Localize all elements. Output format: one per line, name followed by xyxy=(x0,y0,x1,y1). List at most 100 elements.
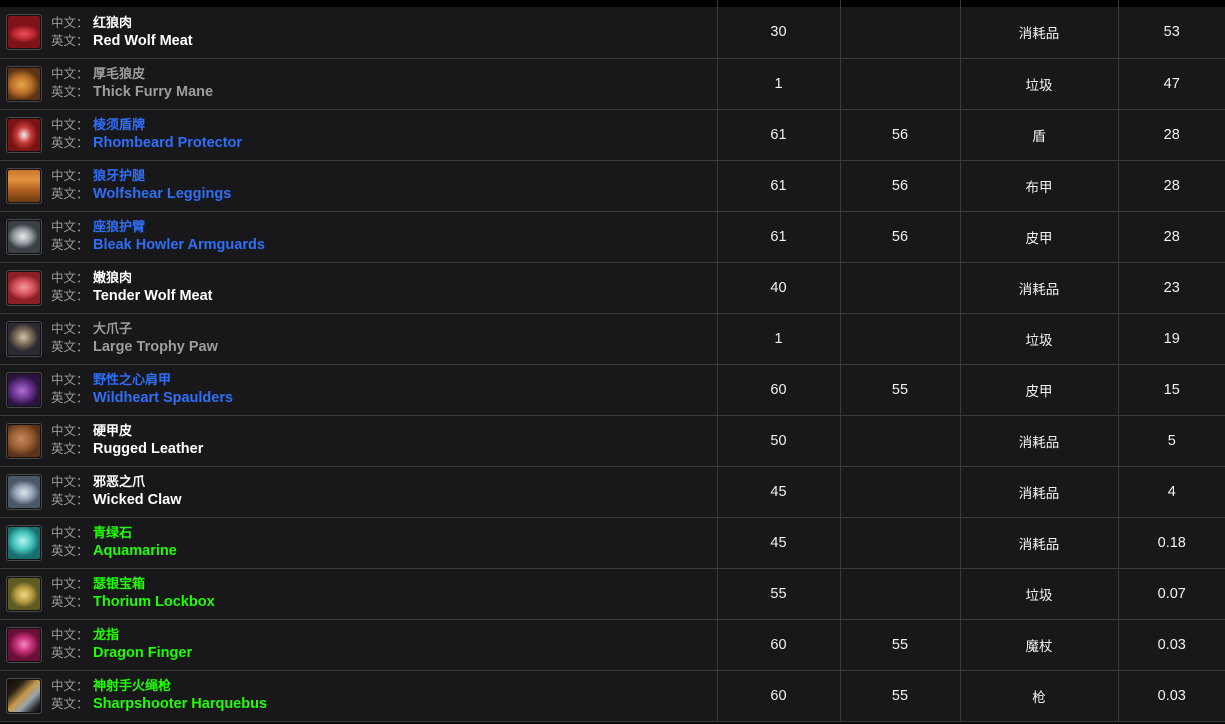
required-level-cell: 56 xyxy=(840,160,961,212)
item-name-chinese: 红狼肉 xyxy=(93,14,133,30)
english-label: 英文： xyxy=(51,288,89,303)
table-row[interactable]: 中文： 嫩狼肉 英文： Tender Wolf Meat 40 消耗品 23 xyxy=(0,262,1225,314)
english-label: 英文： xyxy=(51,186,89,201)
item-name-english: Rhombeard Protector xyxy=(93,134,243,151)
required-level-cell xyxy=(840,58,961,110)
english-label: 英文： xyxy=(51,492,89,507)
item-name-cell[interactable]: 中文： 大爪子 英文： Large Trophy Paw xyxy=(0,313,718,365)
item-name-cell[interactable]: 中文： 龙指 英文： Dragon Finger xyxy=(0,619,718,671)
item-type-cell: 垃圾 xyxy=(960,313,1119,365)
column-header-name[interactable] xyxy=(0,0,718,7)
wolfshear-leggings-icon[interactable] xyxy=(6,167,42,204)
item-level-cell: 60 xyxy=(717,619,841,671)
required-level-cell xyxy=(840,262,961,314)
item-database-table-view: 中文： 红狼肉 英文： Red Wolf Meat 30 消耗品 53 中文： … xyxy=(0,0,1225,724)
chinese-label: 中文： xyxy=(51,628,89,643)
item-name-cell[interactable]: 中文： 座狼护臂 英文： Bleak Howler Armguards xyxy=(0,211,718,263)
item-name-chinese: 棱须盾牌 xyxy=(93,117,146,133)
column-header-item-level[interactable] xyxy=(717,0,841,7)
item-name-chinese: 邪恶之爪 xyxy=(93,474,146,490)
item-level-cell: 61 xyxy=(717,109,841,161)
item-type-cell: 布甲 xyxy=(960,160,1119,212)
item-value-cell: 53 xyxy=(1118,7,1225,59)
item-name-cell[interactable]: 中文： 厚毛狼皮 英文： Thick Furry Mane xyxy=(0,58,718,110)
item-type-cell: 消耗品 xyxy=(960,262,1119,314)
wicked-claw-icon[interactable] xyxy=(6,473,42,510)
item-value-cell: 0.07 xyxy=(1118,568,1225,620)
chinese-label: 中文： xyxy=(51,322,89,337)
item-level-cell: 60 xyxy=(717,670,841,722)
table-row[interactable]: 中文： 棱须盾牌 英文： Rhombeard Protector 61 56 盾… xyxy=(0,109,1225,161)
thorium-lockbox-icon[interactable] xyxy=(6,575,42,612)
item-name-chinese: 青绿石 xyxy=(93,525,133,541)
table-row[interactable]: 中文： 青绿石 英文： Aquamarine 45 消耗品 0.18 xyxy=(0,517,1225,569)
rugged-leather-icon[interactable] xyxy=(6,422,42,459)
item-name-chinese: 神射手火绳枪 xyxy=(93,678,172,694)
aquamarine-icon[interactable] xyxy=(6,524,42,561)
item-name-chinese: 嫩狼肉 xyxy=(93,270,133,286)
item-value-cell: 23 xyxy=(1118,262,1225,314)
item-name-english: Thorium Lockbox xyxy=(93,593,215,610)
bleak-howler-armguards-icon[interactable] xyxy=(6,218,42,255)
item-name-cell[interactable]: 中文： 野性之心肩甲 英文： Wildheart Spaulders xyxy=(0,364,718,416)
table-row[interactable]: 中文： 大爪子 英文： Large Trophy Paw 1 垃圾 19 xyxy=(0,313,1225,365)
table-row[interactable]: 中文： 硬甲皮 英文： Rugged Leather 50 消耗品 5 xyxy=(0,415,1225,467)
item-name-cell[interactable]: 中文： 狼牙护腿 英文： Wolfshear Leggings xyxy=(0,160,718,212)
column-header-type[interactable] xyxy=(960,0,1119,7)
wildheart-spaulders-icon[interactable] xyxy=(6,371,42,408)
item-name-chinese: 狼牙护腿 xyxy=(93,168,146,184)
table-row[interactable]: 中文： 瑟银宝箱 英文： Thorium Lockbox 55 垃圾 0.07 xyxy=(0,568,1225,620)
item-name-cell[interactable]: 中文： 邪恶之爪 英文： Wicked Claw xyxy=(0,466,718,518)
item-name-cell[interactable]: 中文： 棱须盾牌 英文： Rhombeard Protector xyxy=(0,109,718,161)
item-type-cell: 皮甲 xyxy=(960,211,1119,263)
rhombeard-protector-icon[interactable] xyxy=(6,116,42,153)
item-name-cell[interactable]: 中文： 嫩狼肉 英文： Tender Wolf Meat xyxy=(0,262,718,314)
table-row[interactable]: 中文： 龙指 英文： Dragon Finger 60 55 魔杖 0.03 xyxy=(0,619,1225,671)
item-level-cell: 30 xyxy=(717,7,841,59)
thick-furry-mane-icon[interactable] xyxy=(6,65,42,102)
item-type-cell: 消耗品 xyxy=(960,466,1119,518)
item-name-chinese: 大爪子 xyxy=(93,321,133,337)
table-row[interactable]: 中文： 座狼护臂 英文： Bleak Howler Armguards 61 5… xyxy=(0,211,1225,263)
required-level-cell: 55 xyxy=(840,619,961,671)
required-level-cell xyxy=(840,568,961,620)
chinese-label: 中文： xyxy=(51,118,89,133)
table-row[interactable]: 中文： 狼牙护腿 英文： Wolfshear Leggings 61 56 布甲… xyxy=(0,160,1225,212)
english-label: 英文： xyxy=(51,339,89,354)
item-level-cell: 1 xyxy=(717,313,841,365)
red-wolf-meat-icon[interactable] xyxy=(6,14,42,51)
english-label: 英文： xyxy=(51,645,89,660)
large-trophy-paw-icon[interactable] xyxy=(6,320,42,357)
item-value-cell: 4 xyxy=(1118,466,1225,518)
column-header-required-level[interactable] xyxy=(840,0,961,7)
item-value-cell: 19 xyxy=(1118,313,1225,365)
table-row[interactable]: 中文： 红狼肉 英文： Red Wolf Meat 30 消耗品 53 xyxy=(0,7,1225,59)
item-name-english: Wildheart Spaulders xyxy=(93,389,234,406)
english-label: 英文： xyxy=(51,543,89,558)
required-level-cell: 56 xyxy=(840,109,961,161)
table-row[interactable]: 中文： 野性之心肩甲 英文： Wildheart Spaulders 60 55… xyxy=(0,364,1225,416)
item-name-cell[interactable]: 中文： 硬甲皮 英文： Rugged Leather xyxy=(0,415,718,467)
chinese-label: 中文： xyxy=(51,169,89,184)
item-name-english: Large Trophy Paw xyxy=(93,338,218,355)
chinese-label: 中文： xyxy=(51,526,89,541)
sharpshooter-harquebus-icon[interactable] xyxy=(6,677,42,714)
item-level-cell: 45 xyxy=(717,466,841,518)
item-name-cell[interactable]: 中文： 红狼肉 英文： Red Wolf Meat xyxy=(0,7,718,59)
english-label: 英文： xyxy=(51,135,89,150)
table-row[interactable]: 中文： 邪恶之爪 英文： Wicked Claw 45 消耗品 4 xyxy=(0,466,1225,518)
item-level-cell: 61 xyxy=(717,160,841,212)
chinese-label: 中文： xyxy=(51,475,89,490)
item-name-cell[interactable]: 中文： 青绿石 英文： Aquamarine xyxy=(0,517,718,569)
tender-wolf-meat-icon[interactable] xyxy=(6,269,42,306)
required-level-cell: 56 xyxy=(840,211,961,263)
table-row[interactable]: 中文： 神射手火绳枪 英文： Sharpshooter Harquebus 60… xyxy=(0,670,1225,722)
item-name-cell[interactable]: 中文： 瑟银宝箱 英文： Thorium Lockbox xyxy=(0,568,718,620)
item-name-cell[interactable]: 中文： 神射手火绳枪 英文： Sharpshooter Harquebus xyxy=(0,670,718,722)
column-header-value[interactable] xyxy=(1118,0,1225,7)
table-row[interactable]: 中文： 厚毛狼皮 英文： Thick Furry Mane 1 垃圾 47 xyxy=(0,58,1225,110)
item-name-chinese: 厚毛狼皮 xyxy=(93,66,146,82)
dragon-finger-icon[interactable] xyxy=(6,626,42,663)
item-name-english: Bleak Howler Armguards xyxy=(93,236,265,253)
item-type-cell: 魔杖 xyxy=(960,619,1119,671)
